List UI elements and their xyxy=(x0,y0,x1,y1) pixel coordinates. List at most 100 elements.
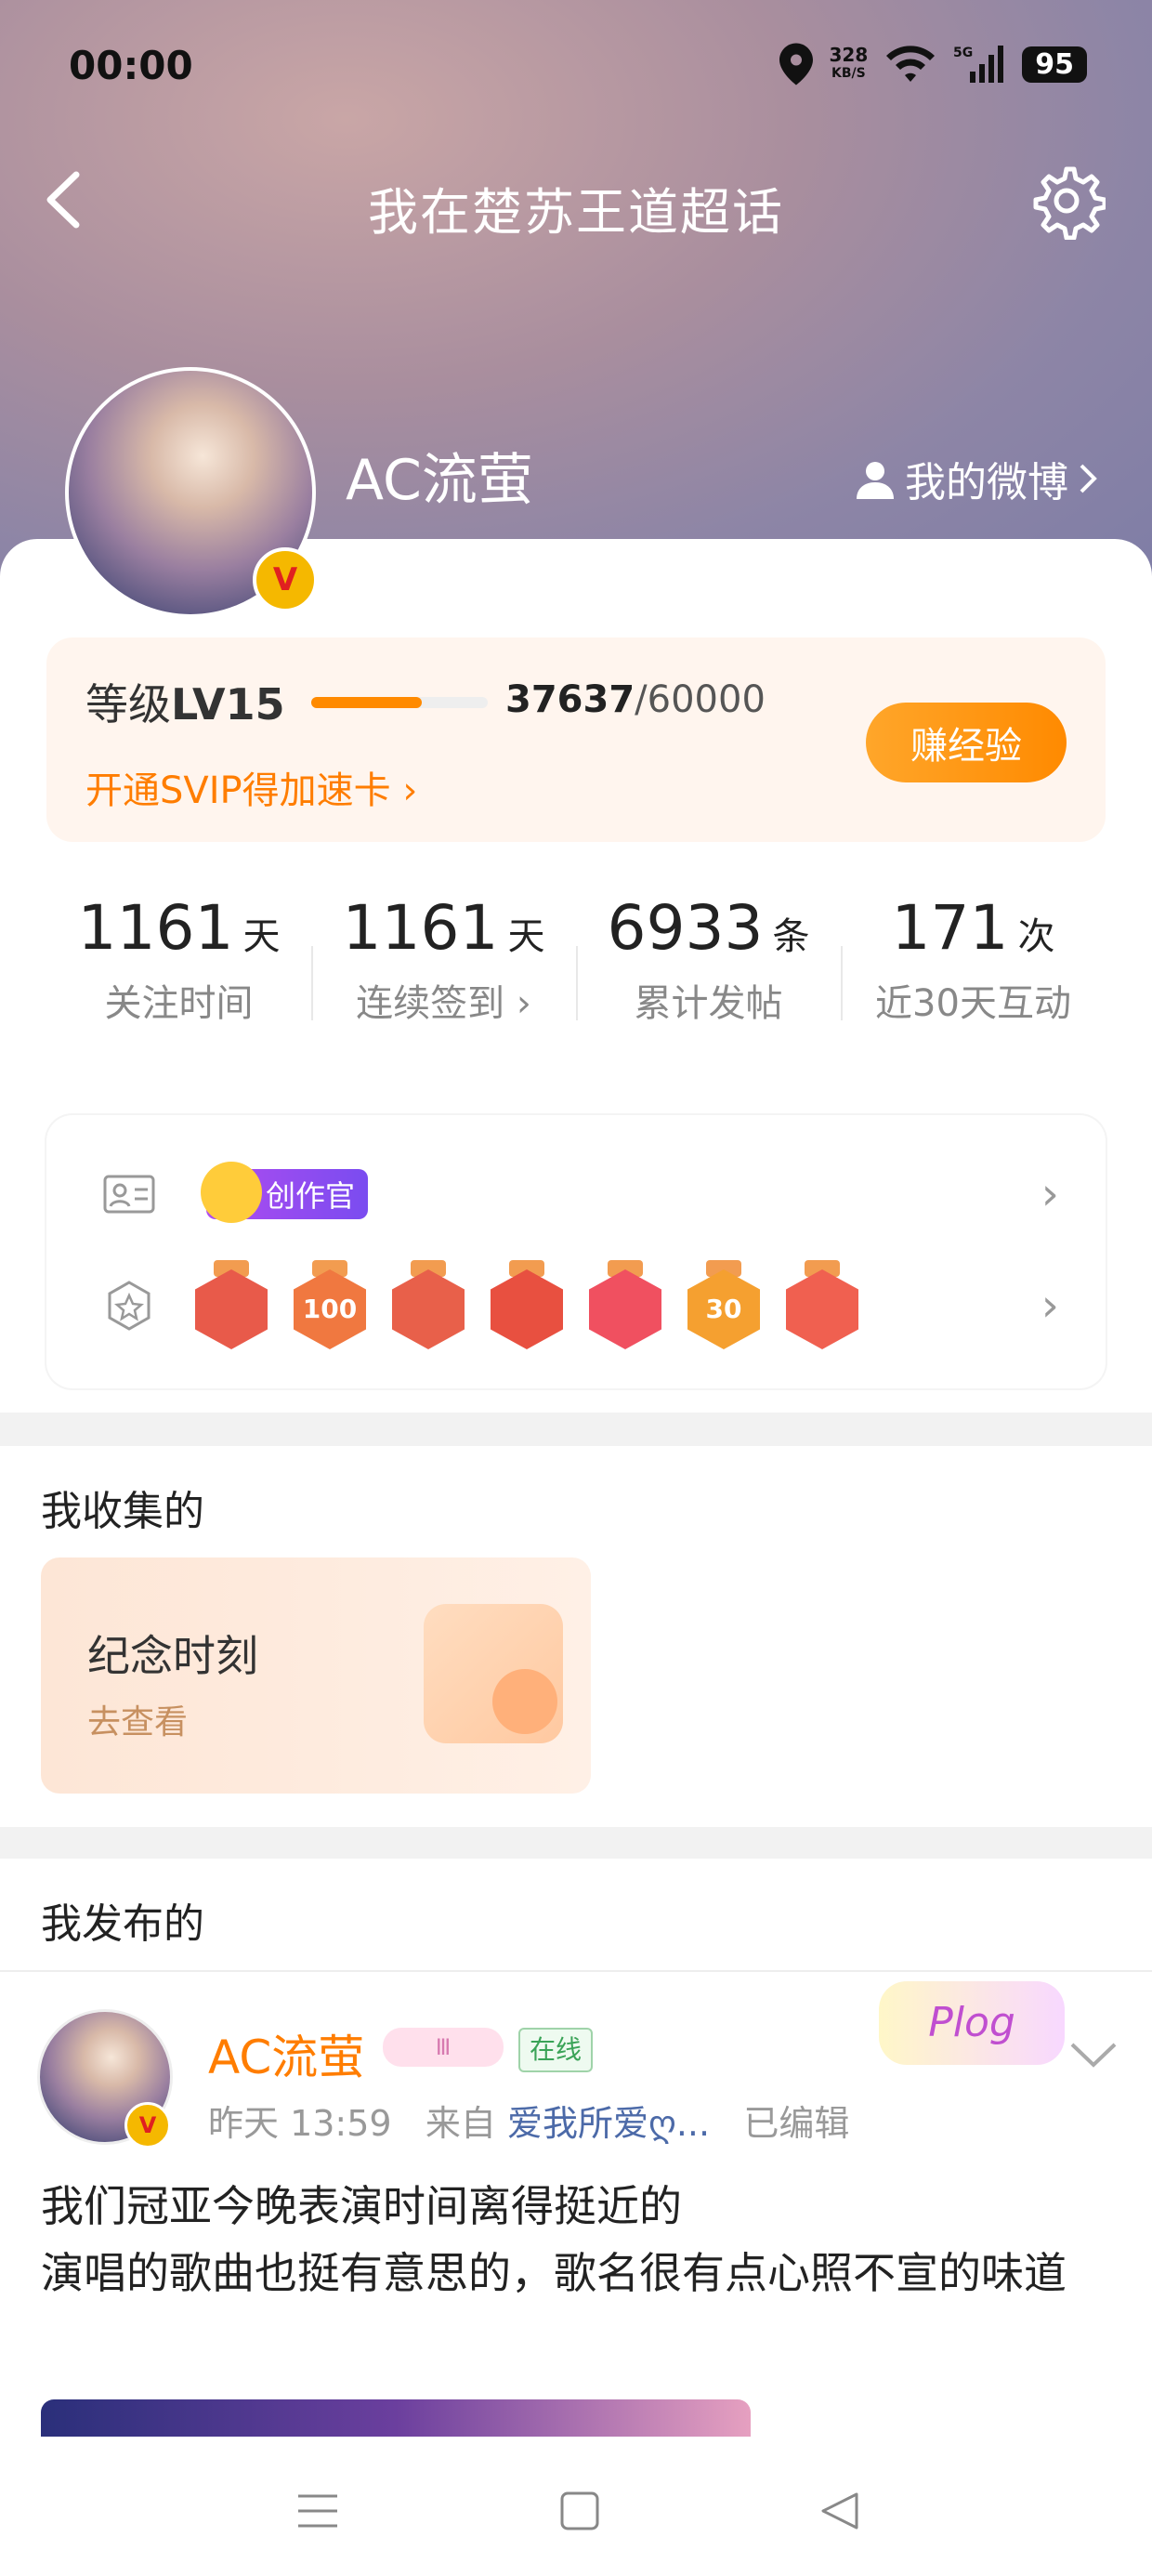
level-label: 等级LV15 xyxy=(85,671,285,732)
medal-item: 100 xyxy=(294,1260,366,1351)
badges-card: 创作官 › 100 30 › xyxy=(46,1115,1106,1388)
username: AC流萤 xyxy=(346,448,533,513)
post-edited: 已编辑 xyxy=(743,2103,850,2144)
post-source[interactable]: 爱我所爱ღ... xyxy=(507,2103,710,2144)
identity-row[interactable]: 创作官 › xyxy=(46,1143,1106,1245)
back-triangle-icon[interactable] xyxy=(812,2483,868,2539)
plog-sticker: Plog xyxy=(879,1981,1065,2065)
medal-item: 30 xyxy=(687,1260,760,1351)
location-icon xyxy=(779,43,813,85)
exp-text: 37637/60000 xyxy=(505,678,766,721)
published-section: 我发布的 xyxy=(0,1859,1152,2437)
stat-unit: 次 xyxy=(1017,915,1055,958)
post-text[interactable]: 我们冠亚今晚表演时间离得挺近的 演唱的歌曲也挺有意思的，歌名很有点心照不宣的味道 xyxy=(41,2173,1109,2307)
stat-checkin[interactable]: 1161 天 连续签到 › xyxy=(311,892,576,1059)
post-image[interactable] xyxy=(41,2399,751,2437)
status-icons: 328 KB/S 5G 95 xyxy=(779,43,1087,85)
creator-badge-label: 创作官 xyxy=(266,1178,356,1214)
stat-value: 171 xyxy=(891,892,1009,964)
svip-link[interactable]: 开通SVIP得加速卡 › xyxy=(85,760,417,814)
user-icon xyxy=(857,462,894,499)
fan-level-badge: Ⅲ xyxy=(383,2028,504,2067)
medal-list: 100 30 xyxy=(195,1260,858,1351)
stat-unit: 天 xyxy=(507,915,545,958)
stat-label-text: 连续签到 xyxy=(356,982,505,1025)
level-card: 等级LV15 37637/60000 开通SVIP得加速卡 › 赚经验 xyxy=(46,637,1106,842)
page-title: 我在楚苏王道超话 xyxy=(368,183,784,242)
speed-value: 328 xyxy=(829,44,869,66)
stat-value: 1161 xyxy=(342,892,499,964)
menu-icon[interactable] xyxy=(290,2483,346,2539)
post-source-prefix: 来自 xyxy=(425,2103,496,2144)
medal-item xyxy=(491,1260,563,1351)
network-speed: 328 KB/S xyxy=(830,46,869,83)
stat-posts: 6933 条 累计发帖 xyxy=(576,892,841,1059)
stat-unit: 条 xyxy=(772,915,810,958)
speed-unit: KB/S xyxy=(831,66,866,81)
section-divider xyxy=(0,1827,1152,1859)
medal-item xyxy=(195,1260,268,1351)
svip-text: 开通SVIP得加速卡 xyxy=(85,769,391,812)
chevron-right-icon: › xyxy=(402,769,418,812)
collected-title: 我收集的 xyxy=(41,1488,204,1535)
heart-balloon-icon xyxy=(492,1669,557,1734)
gear-icon[interactable] xyxy=(1028,162,1106,240)
section-divider xyxy=(0,1414,1152,1446)
status-time: 00:00 xyxy=(69,43,193,88)
creator-emoji-icon xyxy=(201,1162,262,1223)
memo-title: 纪念时刻 xyxy=(87,1631,258,1681)
stat-unit: 天 xyxy=(242,915,281,958)
home-square-icon[interactable] xyxy=(552,2483,608,2539)
exp-current: 37637 xyxy=(505,678,635,721)
medal-outline-icon xyxy=(97,1273,162,1338)
post-author-name[interactable]: AC流萤 xyxy=(208,2020,364,2087)
id-card-icon xyxy=(97,1162,162,1227)
stat-follow-time: 1161 天 关注时间 xyxy=(46,892,311,1059)
exp-progress-bar xyxy=(311,697,488,708)
chevron-right-icon: › xyxy=(516,982,531,1025)
verified-v-icon: V xyxy=(253,547,318,612)
creator-badge: 创作官 xyxy=(201,1162,369,1223)
chevron-right-icon: › xyxy=(1041,1280,1059,1332)
exp-total: /60000 xyxy=(635,678,766,721)
stat-value: 1161 xyxy=(77,892,234,964)
stat-interactions: 171 次 近30天互动 xyxy=(841,892,1106,1059)
network-type: 5G xyxy=(953,46,973,60)
battery-indicator: 95 xyxy=(1022,46,1087,83)
post-meta: 昨天 13:59 来自 爱我所爱ღ... 已编辑 xyxy=(208,2095,849,2146)
level-prefix: 等级 xyxy=(85,679,171,729)
verified-v-icon: V xyxy=(124,2102,171,2149)
medal-item xyxy=(786,1260,858,1351)
medal-label: 100 xyxy=(302,1294,358,1324)
online-badge: 在线 xyxy=(518,2028,594,2072)
wifi-icon xyxy=(886,46,936,82)
stat-label: 关注时间 xyxy=(104,982,254,1025)
medal-item xyxy=(392,1260,465,1351)
level-value: LV15 xyxy=(171,679,285,729)
stat-label: 累计发帖 xyxy=(634,982,783,1025)
my-weibo-label: 我的微博 xyxy=(905,459,1068,506)
memo-link: 去查看 xyxy=(87,1703,189,1741)
title-bar: 我在楚苏王道超话 xyxy=(0,158,1152,242)
signal-icon: 5G xyxy=(953,46,1004,83)
stat-value: 6933 xyxy=(607,892,764,964)
memorial-moments-card[interactable]: 纪念时刻 去查看 xyxy=(41,1557,591,1794)
system-nav-bar xyxy=(0,2437,1152,2576)
chevron-down-icon[interactable] xyxy=(1068,2031,1119,2079)
avatar[interactable]: V xyxy=(65,367,318,618)
my-weibo-link[interactable]: 我的微博 xyxy=(855,449,1098,508)
medals-row[interactable]: 100 30 › xyxy=(46,1255,1106,1357)
post-time: 昨天 13:59 xyxy=(208,2103,392,2144)
medal-label: 30 xyxy=(705,1294,742,1324)
earn-exp-button[interactable]: 赚经验 xyxy=(866,703,1067,782)
divider xyxy=(0,1970,1152,1972)
stat-label: 连续签到 › xyxy=(311,973,576,1027)
exp-progress-fill xyxy=(311,697,423,708)
stats-row: 1161 天 关注时间 1161 天 连续签到 › 6933 条 累计发帖 171 次 … xyxy=(46,892,1106,1059)
stat-label: 近30天互动 xyxy=(875,982,1071,1025)
chevron-right-icon xyxy=(1080,464,1097,493)
chevron-right-icon: › xyxy=(1041,1168,1059,1220)
medal-item xyxy=(589,1260,661,1351)
status-bar: 00:00 328 KB/S 5G 95 xyxy=(0,37,1152,102)
published-title: 我发布的 xyxy=(41,1900,204,1948)
